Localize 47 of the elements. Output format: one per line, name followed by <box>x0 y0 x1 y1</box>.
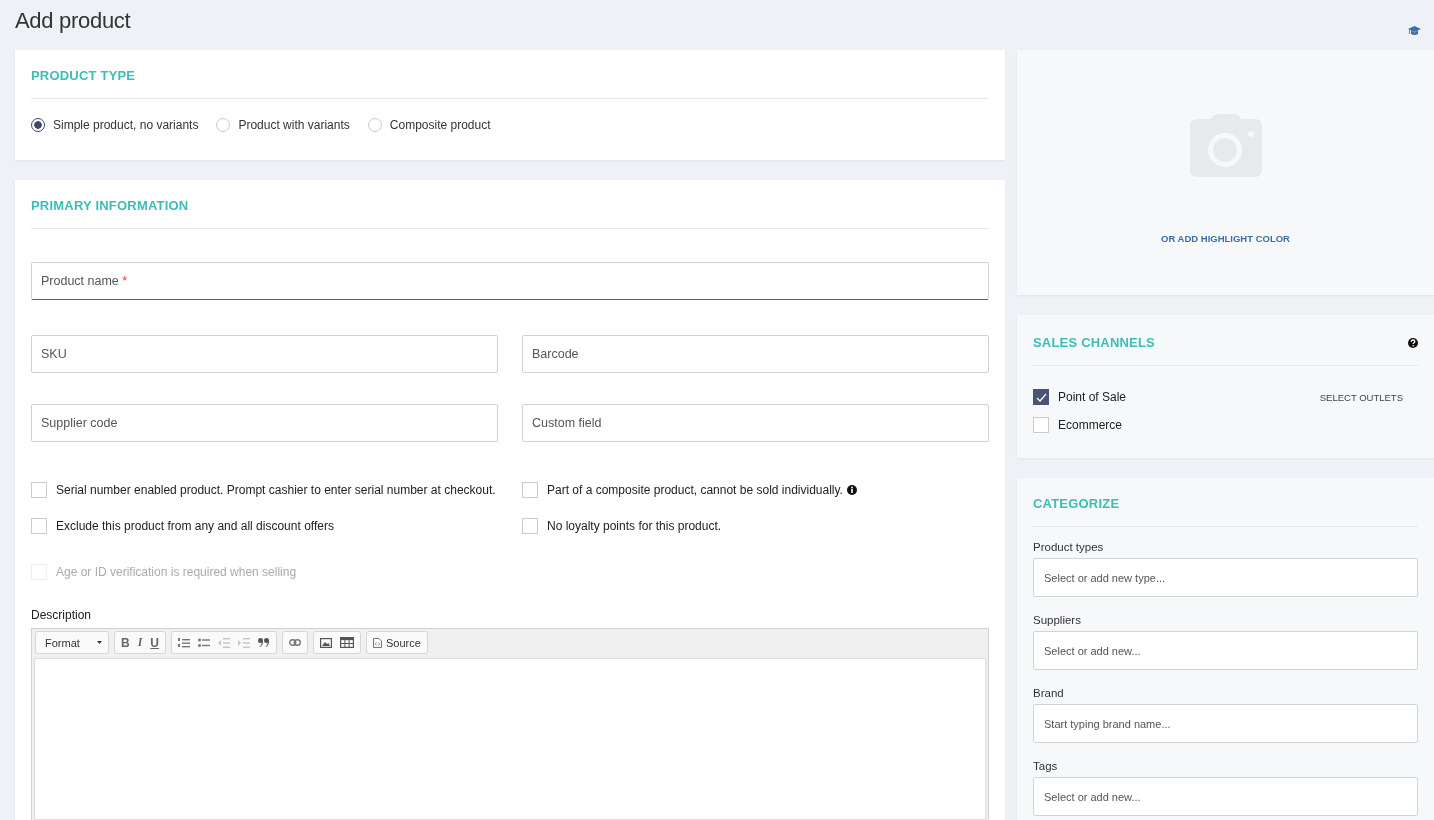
radio-option[interactable]: Simple product, no variants <box>31 118 199 132</box>
checkbox-option[interactable]: Exclude this product from any and all discount offers <box>31 518 498 534</box>
checkbox-option[interactable]: Point of Sale <box>1033 389 1127 405</box>
table-icon[interactable] <box>340 637 354 648</box>
select-outlets-link[interactable]: SELECT OUTLETS <box>1319 391 1403 403</box>
checkbox-option[interactable]: Serial number enabled product. Prompt cashier to enter serial number at checkout. <box>31 482 498 498</box>
input-field[interactable]: Select or add new... <box>1033 631 1418 670</box>
italic-button[interactable]: I <box>135 633 145 652</box>
help-icon[interactable] <box>1408 337 1418 348</box>
underline-button[interactable]: U <box>148 633 161 652</box>
checkbox-option[interactable]: No loyalty points for this product. <box>522 518 989 534</box>
highlight-color-link[interactable]: OR ADD HIGHLIGHT COLOR <box>1161 233 1290 244</box>
radio-option[interactable]: Product with variants <box>216 118 350 132</box>
input-field[interactable]: Select or add new type... <box>1033 558 1418 597</box>
image-icon[interactable] <box>320 637 332 648</box>
section-title: SALES CHANNELS <box>1033 335 1155 350</box>
section-title: CATEGORIZE <box>1033 496 1121 511</box>
checkbox[interactable] <box>1033 389 1049 405</box>
radio-option[interactable]: Composite product <box>367 118 491 132</box>
input-field[interactable]: Barcode <box>522 335 989 373</box>
field-label: Suppliers <box>1033 614 1082 626</box>
product-name-field[interactable]: Product name * <box>31 262 989 300</box>
bullet-list-icon[interactable] <box>198 637 210 648</box>
bold-button[interactable]: B <box>119 633 132 652</box>
field-label: Product types <box>1033 541 1105 553</box>
image-upload-card[interactable]: OR ADD HIGHLIGHT COLOR <box>1017 50 1434 295</box>
input-field[interactable]: Select or add new... <box>1033 777 1418 816</box>
blockquote-icon[interactable] <box>258 638 270 647</box>
section-title: PRODUCT TYPE <box>31 68 137 83</box>
info-icon[interactable] <box>846 485 857 495</box>
section-title: PRIMARY INFORMATION <box>31 198 190 213</box>
checkbox-option[interactable]: Ecommerce <box>1033 417 1122 433</box>
caret-icon <box>97 641 102 644</box>
input-field[interactable]: Start typing brand name... <box>1033 704 1418 743</box>
radio-button[interactable] <box>31 118 45 132</box>
field-label: Description <box>31 608 93 622</box>
field-label: Brand <box>1033 687 1065 699</box>
code-file-icon <box>373 637 382 648</box>
field-label: Tags <box>1033 760 1059 772</box>
page-title: Add product <box>15 8 131 34</box>
link-icon[interactable] <box>289 639 301 646</box>
numbered-list-icon[interactable] <box>178 637 190 648</box>
graduation-cap-icon[interactable] <box>1408 26 1421 36</box>
input-field[interactable]: SKU <box>31 335 498 373</box>
input-field[interactable]: Custom field <box>522 404 989 442</box>
checkbox-option[interactable]: Part of a composite product, cannot be sold individually. <box>522 482 989 498</box>
input-field[interactable]: Supplier code <box>31 404 498 442</box>
